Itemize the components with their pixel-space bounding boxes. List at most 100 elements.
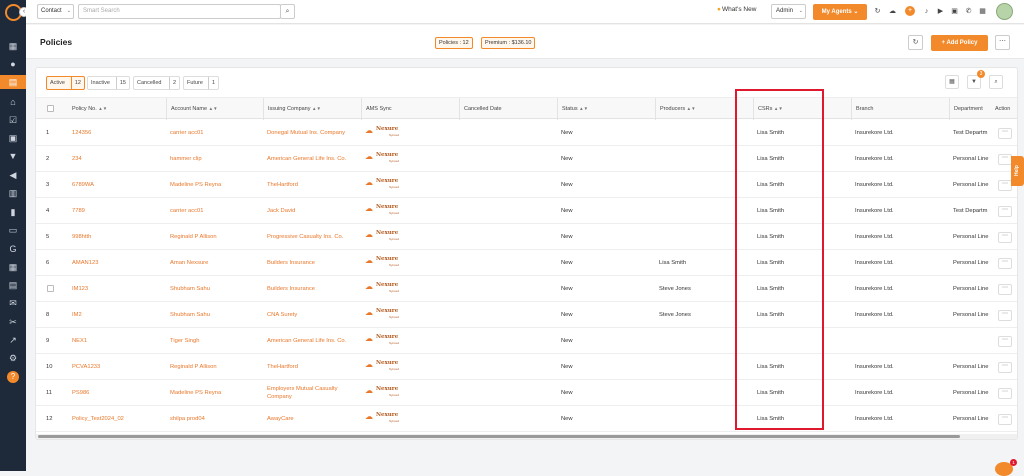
user-avatar[interactable] <box>996 3 1013 20</box>
policy-number-link[interactable]: 234 <box>72 146 82 172</box>
account-name-link[interactable]: Madeline PS Reyna <box>170 172 221 198</box>
account-name-link[interactable]: carrier acc01 <box>170 198 204 224</box>
video-icon[interactable]: ▶ <box>936 7 945 16</box>
dashboard-icon[interactable]: ▦ <box>8 41 18 51</box>
search-icon[interactable]: ⌕ <box>280 4 295 19</box>
account-name-link[interactable]: Reginald P Allison <box>170 354 217 380</box>
issuing-company-link[interactable]: Donegal Mutual Ins. Company <box>267 120 355 146</box>
row-actions-button[interactable]: ⋯ <box>998 388 1012 399</box>
policy-number-link[interactable]: Policy_Test2024_02 <box>72 406 124 432</box>
horizontal-scrollbar[interactable] <box>36 434 1017 439</box>
filter-icon[interactable]: ▼ <box>8 151 18 161</box>
tab-cancelled[interactable]: Cancelled 2 <box>133 76 180 90</box>
issuing-company-link[interactable]: American General Life Ins. Co. <box>267 146 355 172</box>
row-actions-button[interactable]: ⋯ <box>998 154 1012 165</box>
google-icon[interactable]: G <box>8 244 18 254</box>
reports-icon[interactable]: ▣ <box>8 133 18 143</box>
billing-icon[interactable]: ▤ <box>8 280 18 290</box>
column-settings-icon[interactable]: ▦ <box>945 75 959 89</box>
whats-new-link[interactable]: ●What's New <box>717 6 756 13</box>
account-name-link[interactable]: shilpa prod04 <box>170 406 205 432</box>
contacts-icon[interactable]: ● <box>8 59 18 69</box>
policy-number-link[interactable]: IM123 <box>72 276 88 302</box>
more-options-button[interactable]: ⋯ <box>995 35 1010 50</box>
row-actions-button[interactable]: ⋯ <box>998 258 1012 269</box>
analytics-icon[interactable]: ▮ <box>8 207 18 217</box>
policy-number-link[interactable]: NEX1 <box>72 328 87 354</box>
policy-number-link[interactable]: PCVA1233 <box>72 354 100 380</box>
issuing-company-link[interactable]: Progressive Casualty Ins. Co. <box>267 224 355 250</box>
cloud-icon[interactable]: ☁ <box>888 7 897 16</box>
policy-number-link[interactable]: PS986 <box>72 380 89 406</box>
issuing-company-link[interactable]: CNA Surety <box>267 302 355 328</box>
documents-icon[interactable]: ▥ <box>8 188 18 198</box>
col-producers[interactable]: Producers ▲▼ <box>655 98 696 120</box>
policy-number-link[interactable]: 998htth <box>72 224 91 250</box>
row-checkbox[interactable] <box>47 285 54 292</box>
settings-icon[interactable]: ⚙ <box>8 353 18 363</box>
account-name-link[interactable]: hammer clip <box>170 146 202 172</box>
account-name-link[interactable]: Tiger Singh <box>170 328 199 354</box>
account-name-link[interactable]: Shubham Sahu <box>170 276 210 302</box>
col-policy-no[interactable]: Policy No. ▲▼ <box>72 98 107 120</box>
sync-icon[interactable]: ✂ <box>8 317 18 327</box>
issuing-company-link[interactable]: Employers Mutual Casualty Company <box>267 380 355 406</box>
scrollbar-thumb[interactable] <box>38 435 960 438</box>
policy-number-link[interactable]: 7789 <box>72 198 85 224</box>
phone-icon[interactable]: ✆ <box>964 7 973 16</box>
row-actions-button[interactable]: ⋯ <box>998 336 1012 347</box>
select-all-checkbox[interactable] <box>47 105 54 112</box>
bell-icon[interactable]: ♪ <box>922 7 931 16</box>
col-account-name[interactable]: Account Name ▲▼ <box>166 98 218 120</box>
issuing-company-link[interactable]: Jack David <box>267 198 355 224</box>
row-actions-button[interactable]: ⋯ <box>998 232 1012 243</box>
tasks-icon[interactable]: ☑ <box>8 115 18 125</box>
account-name-link[interactable]: Reginald P Allison <box>170 224 217 250</box>
issuing-company-link[interactable]: TheHartford <box>267 172 355 198</box>
account-name-link[interactable]: carrier acc01 <box>170 120 204 146</box>
row-actions-button[interactable]: ⋯ <box>998 128 1012 139</box>
support-icon[interactable]: ? <box>7 371 19 383</box>
account-name-link[interactable]: Shubham Sahu <box>170 302 210 328</box>
row-actions-button[interactable]: ⋯ <box>998 362 1012 373</box>
policy-number-link[interactable]: AMAN123 <box>72 250 98 276</box>
apps-icon[interactable]: ▦ <box>978 7 987 16</box>
row-actions-button[interactable]: ⋯ <box>998 284 1012 295</box>
chart-icon[interactable]: ↗ <box>8 335 18 345</box>
add-policy-button[interactable]: + Add Policy <box>931 35 988 51</box>
policy-number-link[interactable]: IM2 <box>72 302 82 328</box>
folder-icon[interactable]: ▭ <box>8 225 18 235</box>
tab-active[interactable]: Active 12 <box>46 76 85 90</box>
account-name-link[interactable]: Aman Nexsure <box>170 250 208 276</box>
campaigns-icon[interactable]: ◀ <box>8 170 18 180</box>
account-name-link[interactable]: Madeline PS Reyna <box>170 380 221 406</box>
role-select[interactable]: Admin ⌄ <box>771 4 806 19</box>
row-actions-button[interactable]: ⋯ <box>998 414 1012 425</box>
carriers-icon[interactable]: ⌂ <box>8 97 18 107</box>
mail-icon[interactable]: ✉ <box>8 298 18 308</box>
issuing-company-link[interactable]: Builders Insurance <box>267 250 355 276</box>
row-actions-button[interactable]: ⋯ <box>998 310 1012 321</box>
issuing-company-link[interactable]: Builders Insurance <box>267 276 355 302</box>
policy-number-link[interactable]: 124356 <box>72 120 91 146</box>
my-agents-button[interactable]: My Agents ⌄ <box>813 4 867 20</box>
search-icon[interactable]: ⌕ <box>989 75 1003 89</box>
add-icon[interactable]: + <box>905 6 915 16</box>
issuing-company-link[interactable]: AwayCare <box>267 406 355 432</box>
search-input[interactable]: Smart Search <box>78 4 281 19</box>
policies-icon[interactable]: ▤ <box>0 75 26 89</box>
tab-future[interactable]: Future 1 <box>183 76 219 90</box>
row-actions-button[interactable]: ⋯ <box>998 206 1012 217</box>
refresh-button[interactable]: ↻ <box>908 35 923 50</box>
refresh-icon[interactable]: ↻ <box>873 7 882 16</box>
search-type-select[interactable]: Contact ⌄ <box>37 4 74 19</box>
tab-inactive[interactable]: Inactive 15 <box>87 76 130 90</box>
help-tab[interactable]: Help <box>1011 156 1024 186</box>
chip-icon[interactable]: ▣ <box>950 7 959 16</box>
row-actions-button[interactable]: ⋯ <box>998 180 1012 191</box>
calendar-icon[interactable]: ▦ <box>8 262 18 272</box>
issuing-company-link[interactable]: TheHartford <box>267 354 355 380</box>
issuing-company-link[interactable]: American General Life Ins. Co. <box>267 328 355 354</box>
col-status[interactable]: Status ▲▼ <box>557 98 588 120</box>
col-issuing-company[interactable]: Issuing Company ▲▼ <box>263 98 321 120</box>
